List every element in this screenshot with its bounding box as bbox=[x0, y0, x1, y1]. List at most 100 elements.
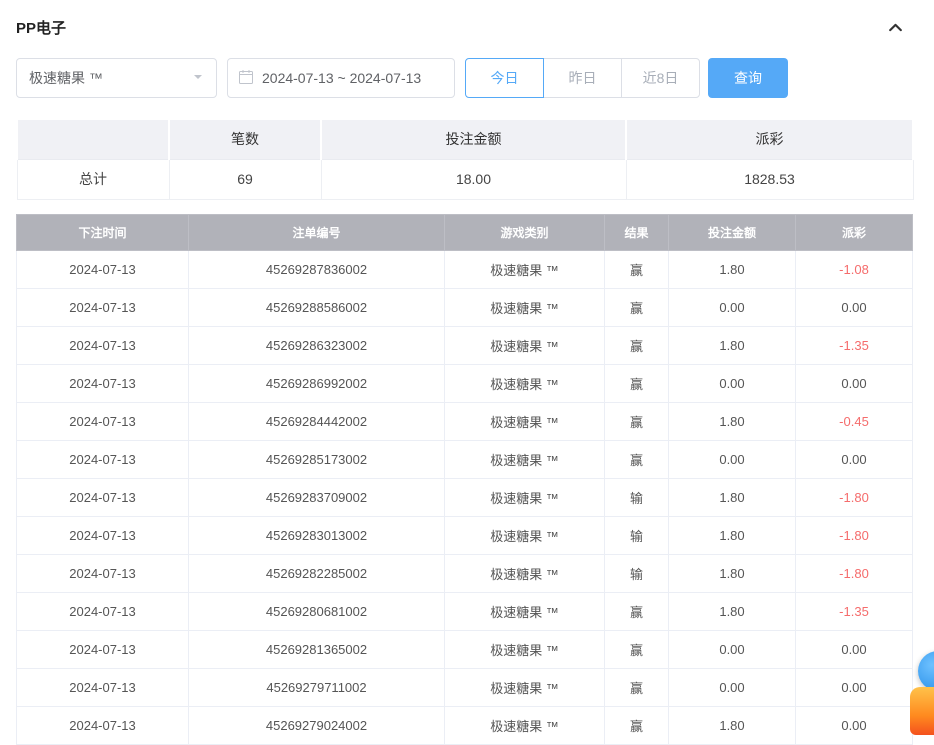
date-range-input[interactable]: 2024-07-13 ~ 2024-07-13 bbox=[227, 58, 455, 98]
bet-time-cell: 2024-07-13 bbox=[17, 478, 189, 516]
result-cell: 赢 bbox=[605, 402, 669, 440]
calendar-icon bbox=[238, 69, 254, 88]
bet-time-cell: 2024-07-13 bbox=[17, 516, 189, 554]
records-tbody: 2024-07-1345269287836002极速糖果 ™赢1.80-1.08… bbox=[17, 250, 913, 744]
bet-id-cell: 45269284442002 bbox=[189, 402, 445, 440]
table-row: 2024-07-1345269286323002极速糖果 ™赢1.80-1.35 bbox=[17, 326, 913, 364]
bet-amount-cell: 0.00 bbox=[669, 630, 796, 668]
payout-cell: -1.80 bbox=[796, 554, 913, 592]
game-type-cell: 极速糖果 ™ bbox=[445, 554, 605, 592]
bet-id-cell: 45269286992002 bbox=[189, 364, 445, 402]
game-type-cell: 极速糖果 ™ bbox=[445, 326, 605, 364]
records-header-row: 下注时间 注单编号 游戏类别 结果 投注金额 派彩 bbox=[17, 214, 913, 250]
table-row: 2024-07-1345269286992002极速糖果 ™赢0.000.00 bbox=[17, 364, 913, 402]
game-type-cell: 极速糖果 ™ bbox=[445, 706, 605, 744]
summary-header-blank bbox=[17, 119, 169, 159]
result-cell: 赢 bbox=[605, 288, 669, 326]
records-header-payout: 派彩 bbox=[796, 214, 913, 250]
bet-amount-cell: 1.80 bbox=[669, 478, 796, 516]
bet-time-cell: 2024-07-13 bbox=[17, 402, 189, 440]
last-8-days-button[interactable]: 近8日 bbox=[621, 58, 700, 98]
pp-electronic-panel: PP电子 极速糖果 ™ 2024-07-13 ~ 2024-07-13 bbox=[0, 0, 934, 745]
payout-cell: -1.35 bbox=[796, 592, 913, 630]
bet-amount-cell: 1.80 bbox=[669, 402, 796, 440]
floating-widget[interactable] bbox=[910, 687, 934, 735]
bet-time-cell: 2024-07-13 bbox=[17, 326, 189, 364]
bet-time-cell: 2024-07-13 bbox=[17, 364, 189, 402]
bet-id-cell: 45269287836002 bbox=[189, 250, 445, 288]
payout-cell: 0.00 bbox=[796, 288, 913, 326]
records-header-result: 结果 bbox=[605, 214, 669, 250]
summary-header-payout: 派彩 bbox=[626, 119, 913, 159]
table-row: 2024-07-1345269285173002极速糖果 ™赢0.000.00 bbox=[17, 440, 913, 478]
result-cell: 赢 bbox=[605, 440, 669, 478]
table-row: 2024-07-1345269284442002极速糖果 ™赢1.80-0.45 bbox=[17, 402, 913, 440]
bet-id-cell: 45269280681002 bbox=[189, 592, 445, 630]
summary-total-count: 69 bbox=[169, 159, 321, 199]
bet-amount-cell: 0.00 bbox=[669, 288, 796, 326]
page-title: PP电子 bbox=[16, 17, 66, 38]
result-cell: 输 bbox=[605, 554, 669, 592]
search-button[interactable]: 查询 bbox=[708, 58, 788, 98]
bet-id-cell: 45269279711002 bbox=[189, 668, 445, 706]
records-header-bet-id: 注单编号 bbox=[189, 214, 445, 250]
records-header-bet-amount: 投注金额 bbox=[669, 214, 796, 250]
payout-cell: 0.00 bbox=[796, 440, 913, 478]
table-row: 2024-07-1345269283013002极速糖果 ™输1.80-1.80 bbox=[17, 516, 913, 554]
game-type-cell: 极速糖果 ™ bbox=[445, 402, 605, 440]
result-cell: 输 bbox=[605, 516, 669, 554]
bet-time-cell: 2024-07-13 bbox=[17, 288, 189, 326]
table-row: 2024-07-1345269283709002极速糖果 ™输1.80-1.80 bbox=[17, 478, 913, 516]
game-select-value: 极速糖果 ™ bbox=[29, 68, 103, 88]
bet-id-cell: 45269282285002 bbox=[189, 554, 445, 592]
bet-time-cell: 2024-07-13 bbox=[17, 440, 189, 478]
table-row: 2024-07-1345269281365002极速糖果 ™赢0.000.00 bbox=[17, 630, 913, 668]
game-type-cell: 极速糖果 ™ bbox=[445, 668, 605, 706]
today-button[interactable]: 今日 bbox=[465, 58, 544, 98]
bet-id-cell: 45269283709002 bbox=[189, 478, 445, 516]
bet-amount-cell: 1.80 bbox=[669, 516, 796, 554]
summary-total-payout: 1828.53 bbox=[626, 159, 913, 199]
bet-id-cell: 45269285173002 bbox=[189, 440, 445, 478]
table-row: 2024-07-1345269287836002极速糖果 ™赢1.80-1.08 bbox=[17, 250, 913, 288]
filter-row: 极速糖果 ™ 2024-07-13 ~ 2024-07-13 今日 昨日 近8日… bbox=[16, 58, 912, 98]
bet-amount-cell: 1.80 bbox=[669, 592, 796, 630]
game-type-cell: 极速糖果 ™ bbox=[445, 288, 605, 326]
bet-time-cell: 2024-07-13 bbox=[17, 706, 189, 744]
bet-time-cell: 2024-07-13 bbox=[17, 592, 189, 630]
summary-total-bet-amount: 18.00 bbox=[321, 159, 626, 199]
bet-time-cell: 2024-07-13 bbox=[17, 554, 189, 592]
game-type-cell: 极速糖果 ™ bbox=[445, 516, 605, 554]
result-cell: 赢 bbox=[605, 592, 669, 630]
bet-id-cell: 45269279024002 bbox=[189, 706, 445, 744]
game-type-cell: 极速糖果 ™ bbox=[445, 630, 605, 668]
panel-header: PP电子 bbox=[16, 14, 912, 40]
game-select[interactable]: 极速糖果 ™ bbox=[16, 58, 217, 98]
bet-amount-cell: 1.80 bbox=[669, 706, 796, 744]
game-type-cell: 极速糖果 ™ bbox=[445, 592, 605, 630]
yesterday-button[interactable]: 昨日 bbox=[543, 58, 622, 98]
payout-cell: -0.45 bbox=[796, 402, 913, 440]
records-table: 下注时间 注单编号 游戏类别 结果 投注金额 派彩 2024-07-134526… bbox=[16, 214, 913, 745]
summary-header-bet-amount: 投注金额 bbox=[321, 119, 626, 159]
result-cell: 输 bbox=[605, 478, 669, 516]
result-cell: 赢 bbox=[605, 706, 669, 744]
payout-cell: -1.08 bbox=[796, 250, 913, 288]
game-type-cell: 极速糖果 ™ bbox=[445, 478, 605, 516]
bet-amount-cell: 0.00 bbox=[669, 440, 796, 478]
payout-cell: 0.00 bbox=[796, 364, 913, 402]
summary-total-row: 总计 69 18.00 1828.53 bbox=[17, 159, 913, 199]
result-cell: 赢 bbox=[605, 630, 669, 668]
bet-amount-cell: 1.80 bbox=[669, 326, 796, 364]
bet-time-cell: 2024-07-13 bbox=[17, 668, 189, 706]
result-cell: 赢 bbox=[605, 250, 669, 288]
summary-table: 笔数 投注金额 派彩 总计 69 18.00 1828.53 bbox=[16, 118, 914, 200]
bet-amount-cell: 1.80 bbox=[669, 554, 796, 592]
collapse-chevron-up-icon[interactable] bbox=[887, 19, 904, 36]
game-type-cell: 极速糖果 ™ bbox=[445, 364, 605, 402]
result-cell: 赢 bbox=[605, 364, 669, 402]
bet-amount-cell: 0.00 bbox=[669, 668, 796, 706]
bet-id-cell: 45269288586002 bbox=[189, 288, 445, 326]
table-row: 2024-07-1345269280681002极速糖果 ™赢1.80-1.35 bbox=[17, 592, 913, 630]
result-cell: 赢 bbox=[605, 668, 669, 706]
